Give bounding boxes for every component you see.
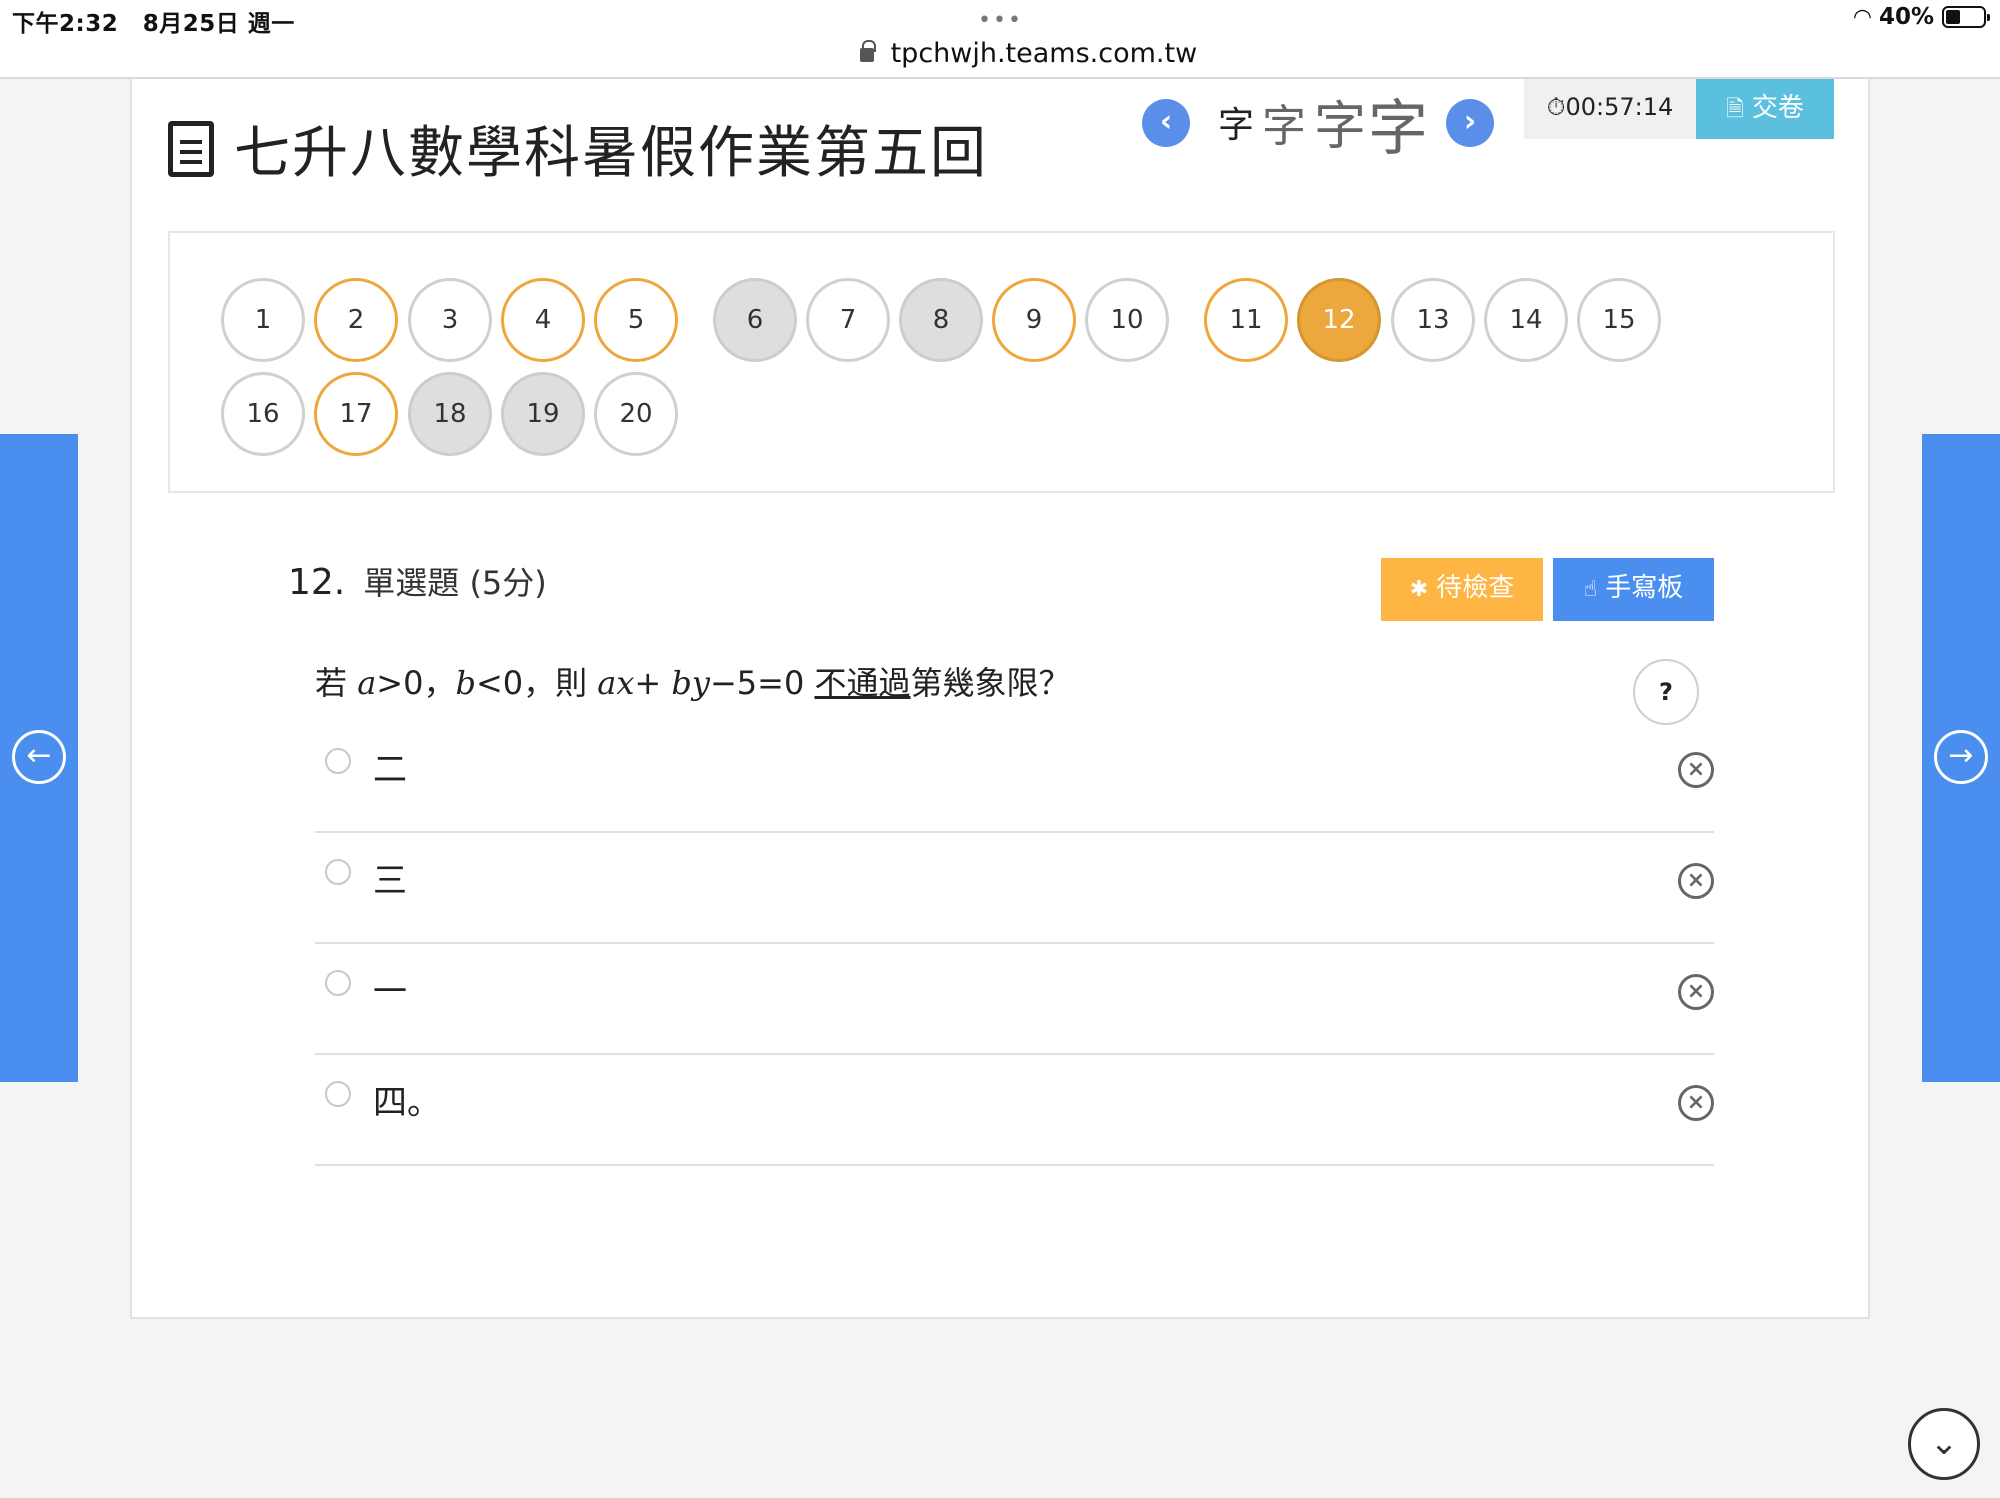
status-date: 8月25日 週一	[142, 11, 295, 37]
question-nav-button[interactable]: 14	[1484, 278, 1568, 362]
scroll-down-button[interactable]: ⌄	[1908, 1408, 1980, 1480]
question-text-part: +	[634, 664, 672, 702]
hand-pointer-icon: ☝	[1583, 577, 1598, 602]
question-text-part: 若	[315, 664, 358, 702]
multitask-dots-icon[interactable]: •••	[978, 8, 1023, 33]
eliminate-option-icon[interactable]: ×	[1678, 1085, 1714, 1121]
option-radio[interactable]	[325, 748, 351, 774]
stopwatch-icon: ⏱	[1546, 93, 1566, 121]
font-size-increase-button[interactable]: ›	[1446, 99, 1494, 147]
question-navigator: 1 2 3 4 5 6 7 8 9 10 11 12 13 14 15 16 1…	[168, 231, 1835, 493]
question-nav-button[interactable]: 19	[501, 372, 585, 456]
question-type: 單選題 (5分)	[363, 564, 547, 602]
question-header: 12. 單選題 (5分)	[288, 558, 547, 604]
font-size-option-2[interactable]: 字	[1262, 90, 1306, 154]
question-nav-button[interactable]: 8	[899, 278, 983, 362]
question-nav-button[interactable]: 10	[1085, 278, 1169, 362]
battery-percent: 40%	[1878, 4, 1934, 30]
question-nav-button[interactable]: 9	[992, 278, 1076, 362]
question-nav-button[interactable]: 1	[221, 278, 305, 362]
question-text: 若 a>0，b<0，則 ax+ by−5=0 不通過第幾象限？	[315, 658, 1071, 704]
eliminate-option-icon[interactable]: ×	[1678, 974, 1714, 1010]
option-radio[interactable]	[325, 970, 351, 996]
question-number: 12.	[288, 562, 346, 603]
question-nav-button[interactable]: 6	[713, 278, 797, 362]
option-radio[interactable]	[325, 1081, 351, 1107]
arrow-right-icon[interactable]: →	[1934, 730, 1988, 784]
answer-option[interactable]: 三 ×	[315, 833, 1714, 944]
status-time-date: 下午2:32 8月25日 週一	[12, 4, 311, 38]
address-bar[interactable]: tpchwjh.teams.com.tw	[860, 38, 1197, 69]
lock-icon	[860, 40, 876, 62]
mark-for-review-button[interactable]: ✱ 待檢查	[1381, 558, 1543, 621]
math-variable: by	[671, 664, 710, 702]
option-label: 一	[373, 972, 407, 1012]
status-bar: 下午2:32 8月25日 週一 ••• tpchwjh.teams.com.tw…	[0, 0, 2000, 79]
math-variable: ax	[597, 664, 635, 702]
question-text-part: >0，	[376, 664, 456, 702]
question-nav-button[interactable]: 3	[408, 278, 492, 362]
question-nav-button[interactable]: 17	[314, 372, 398, 456]
question-nav-button[interactable]: 18	[408, 372, 492, 456]
option-label: 三	[373, 861, 407, 901]
question-nav-button[interactable]: 5	[594, 278, 678, 362]
help-button[interactable]: ?	[1633, 659, 1699, 725]
question-text-part: <0，則	[475, 664, 598, 702]
math-variable: b	[455, 664, 476, 702]
submit-document-icon: 🗎	[1726, 97, 1744, 122]
review-label: 待檢查	[1436, 573, 1515, 603]
status-time: 下午2:32	[12, 11, 119, 37]
previous-question-panel[interactable]: ←	[0, 434, 78, 1082]
font-size-option-1[interactable]: 字	[1218, 96, 1254, 148]
timer-value: 00:57:14	[1565, 93, 1674, 121]
answer-option[interactable]: 二 ×	[315, 722, 1714, 833]
battery-icon	[1942, 6, 1990, 28]
submit-exam-button[interactable]: 🗎 交卷	[1696, 79, 1834, 139]
eliminate-option-icon[interactable]: ×	[1678, 752, 1714, 788]
answer-option[interactable]: 一 ×	[315, 944, 1714, 1055]
question-nav-button-current[interactable]: 12	[1297, 278, 1381, 362]
question-nav-button[interactable]: 13	[1391, 278, 1475, 362]
arrow-left-icon[interactable]: ←	[12, 730, 66, 784]
wifi-icon: ◠	[1854, 4, 1871, 30]
document-icon	[168, 120, 214, 177]
handwrite-label: 手寫板	[1605, 573, 1684, 603]
question-nav-button[interactable]: 11	[1204, 278, 1288, 362]
question-nav-button[interactable]: 7	[806, 278, 890, 362]
option-label: 四。	[373, 1083, 441, 1123]
status-indicators: ◠ 40%	[1854, 4, 1990, 30]
font-size-option-3[interactable]: 字	[1314, 84, 1366, 159]
url-text: tpchwjh.teams.com.tw	[890, 38, 1198, 69]
next-question-panel[interactable]: →	[1922, 434, 2000, 1082]
underlined-keyword: 不通過	[814, 664, 911, 702]
exam-timer: ⏱00:57:14	[1524, 79, 1696, 139]
question-nav-button[interactable]: 16	[221, 372, 305, 456]
chevron-down-icon: ⌄	[1929, 1423, 1959, 1463]
bug-icon: ✱	[1409, 577, 1429, 602]
question-nav-button[interactable]: 15	[1577, 278, 1661, 362]
font-size-option-4[interactable]: 字	[1368, 80, 1428, 167]
question-nav-button[interactable]: 2	[314, 278, 398, 362]
handwriting-pad-button[interactable]: ☝ 手寫板	[1553, 558, 1714, 621]
eliminate-option-icon[interactable]: ×	[1678, 863, 1714, 899]
submit-label: 交卷	[1751, 93, 1804, 123]
question-text-part: −5=0	[709, 664, 815, 702]
page-title-text: 七升八數學科暑假作業第五回	[234, 121, 988, 186]
math-variable: a	[357, 664, 377, 702]
option-radio[interactable]	[325, 859, 351, 885]
font-size-decrease-button[interactable]: ‹	[1142, 99, 1190, 147]
question-text-part: 第幾象限？	[910, 664, 1071, 702]
question-nav-button[interactable]: 20	[594, 372, 678, 456]
option-label: 二	[373, 750, 407, 790]
page-title: 七升八數學科暑假作業第五回	[168, 108, 988, 189]
question-nav-button[interactable]: 4	[501, 278, 585, 362]
answer-option[interactable]: 四。 ×	[315, 1055, 1714, 1166]
